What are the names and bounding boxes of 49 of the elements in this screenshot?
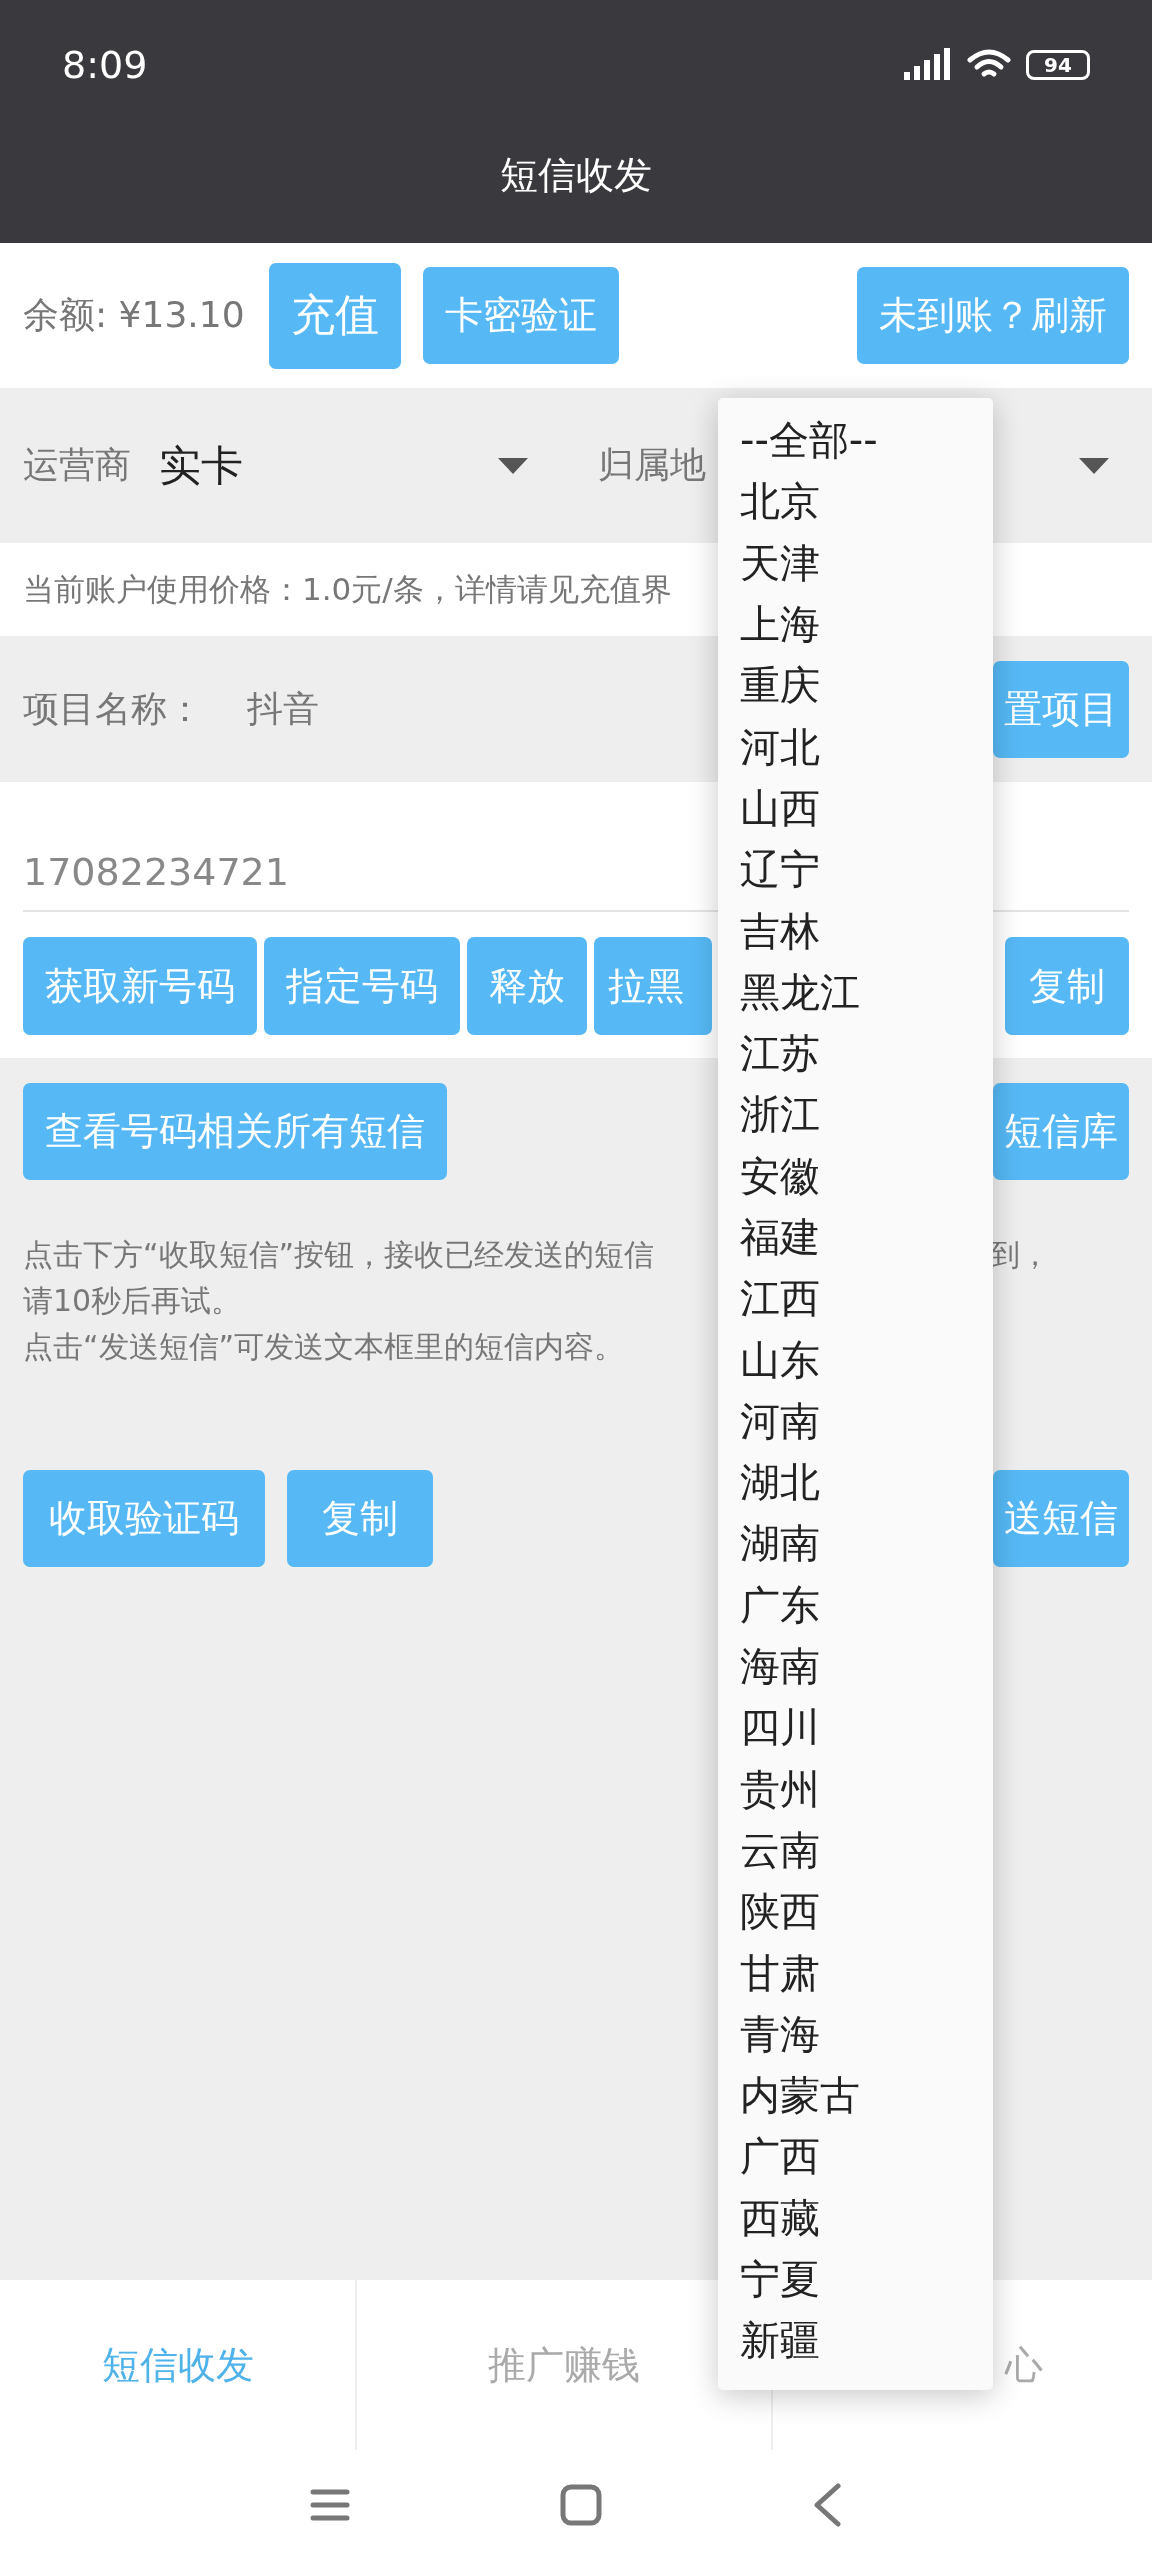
dropdown-item[interactable]: 陕西	[718, 1881, 993, 1943]
hint-text: 点击“发送短信”可发送文本框里的短信内容。	[23, 1328, 625, 1366]
dropdown-item[interactable]: 河南	[718, 1390, 993, 1453]
dropdown-item[interactable]: 海南	[718, 1635, 993, 1698]
dropdown-item[interactable]: 江西	[718, 1268, 993, 1330]
dropdown-item[interactable]: 云南	[718, 1819, 993, 1882]
dropdown-item[interactable]: 上海	[718, 593, 993, 656]
dropdown-item[interactable]: 河北	[718, 716, 993, 778]
menu-icon[interactable]	[310, 2488, 350, 2522]
caret-icon[interactable]	[1079, 457, 1109, 474]
dropdown-item[interactable]: 贵州	[718, 1758, 993, 1820]
dropdown-item[interactable]: 安徽	[718, 1145, 993, 1207]
signal-icon	[902, 48, 952, 82]
dropdown-item[interactable]: 天津	[718, 532, 993, 594]
dropdown-item[interactable]: 甘肃	[718, 1942, 993, 2004]
filter-value[interactable]: 实卡	[159, 437, 243, 494]
project-name: 抖音	[247, 686, 319, 731]
dropdown-item[interactable]: 黑龙江	[718, 961, 993, 1023]
dropdown-item[interactable]: 新疆	[718, 2310, 993, 2372]
project-label: 项目名称：	[23, 686, 203, 731]
dropdown-item[interactable]: 北京	[718, 471, 993, 533]
status-time: 8:09	[62, 43, 148, 87]
filter-label: 运营商	[23, 443, 131, 487]
dropdown-item[interactable]: 宁夏	[718, 2248, 993, 2311]
balance-text: 余额: ¥13.10	[23, 293, 245, 337]
page-title: 短信收发	[500, 152, 652, 199]
home-icon[interactable]	[560, 2484, 602, 2526]
dropdown-item[interactable]: 青海	[718, 2003, 993, 2065]
dropdown-item[interactable]: 辽宁	[718, 839, 993, 901]
dropdown-item[interactable]: 福建	[718, 1206, 993, 1269]
dropdown-item[interactable]: --全部--	[718, 410, 993, 472]
battery-icon: 94	[1026, 50, 1090, 80]
caret-icon[interactable]	[498, 457, 528, 474]
dropdown-item[interactable]: 重庆	[718, 655, 993, 717]
dropdown-item[interactable]: 湖南	[718, 1513, 993, 1575]
dropdown-item[interactable]: 四川	[718, 1697, 993, 1759]
back-icon[interactable]	[812, 2483, 842, 2527]
dropdown-item[interactable]: 湖北	[718, 1452, 993, 1514]
dropdown-item[interactable]: 浙江	[718, 1084, 993, 1146]
dropdown-item[interactable]: 内蒙古	[718, 2065, 993, 2127]
filter-label: 归属地	[598, 443, 706, 487]
price-note: 当前账户使用价格：1.0元/条，详情请见充值界	[23, 569, 672, 609]
hint-text: 点击下方“收取短信”按钮，接收已经发送的短信	[23, 1236, 655, 1274]
hint-text: 请10秒后再试。	[23, 1282, 242, 1320]
dropdown-item[interactable]: 西藏	[718, 2187, 993, 2249]
dropdown-item[interactable]: 江苏	[718, 1022, 993, 1085]
dropdown-item[interactable]: 广西	[718, 2126, 993, 2188]
dropdown-item[interactable]: 广东	[718, 1574, 993, 1636]
dropdown-item[interactable]: 山东	[718, 1329, 993, 1391]
